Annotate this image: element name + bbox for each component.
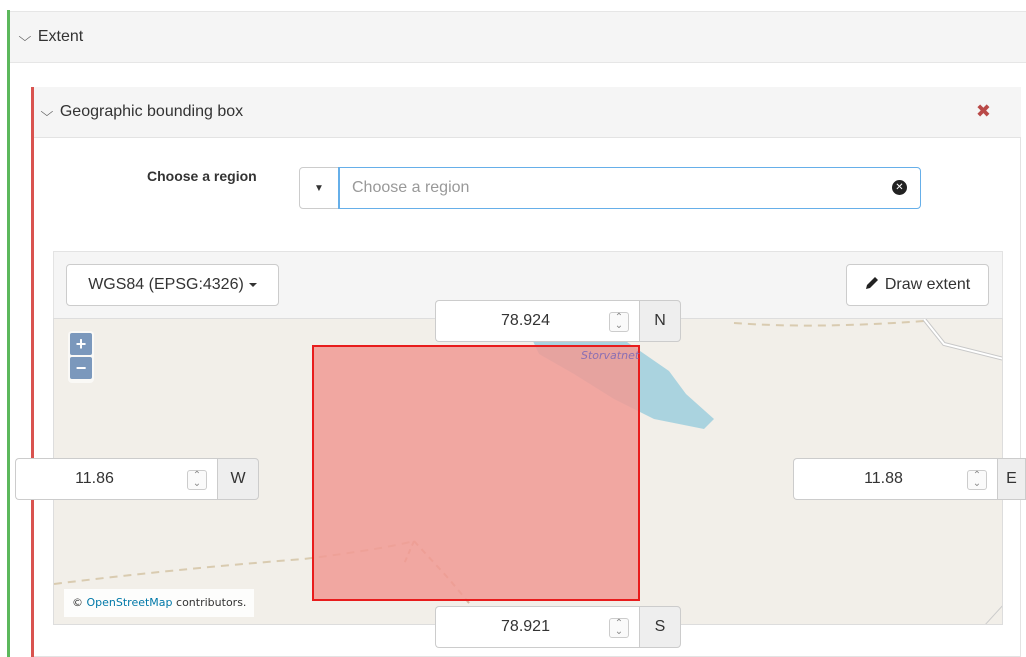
spinner-icon[interactable]: ⌃ ⌄ bbox=[609, 618, 629, 638]
road-line bbox=[922, 319, 1002, 361]
bbox-title: Geographic bounding box bbox=[59, 103, 244, 120]
zoom-in-button[interactable]: + bbox=[70, 333, 92, 355]
chevron-down-icon: ⌵ bbox=[40, 104, 54, 119]
east-coordinate: 11.88 ⌃ ⌄ E bbox=[793, 458, 1026, 500]
close-icon[interactable]: ✖ bbox=[976, 101, 991, 121]
east-input[interactable]: 11.88 ⌃ ⌄ bbox=[793, 458, 997, 500]
spinner-icon[interactable]: ⌃ ⌄ bbox=[967, 470, 987, 490]
region-label: Choose a region bbox=[147, 168, 257, 184]
crs-dropdown-button[interactable]: WGS84 (EPSG:4326) bbox=[66, 264, 279, 306]
track-path bbox=[733, 320, 925, 327]
draw-extent-label: Draw extent bbox=[884, 276, 971, 293]
bbox-accent-bar bbox=[31, 87, 34, 657]
chevron-down-icon: ⌵ bbox=[18, 29, 32, 44]
west-label: W bbox=[217, 458, 259, 500]
bbox-rectangle[interactable] bbox=[312, 345, 640, 601]
region-search-input[interactable] bbox=[338, 167, 921, 209]
spinner-icon[interactable]: ⌃ ⌄ bbox=[609, 312, 629, 332]
clear-icon[interactable]: ✕ bbox=[892, 180, 907, 195]
extent-title: Extent bbox=[37, 28, 84, 45]
road-line bbox=[923, 319, 1002, 360]
draw-extent-button[interactable]: Draw extent bbox=[846, 264, 989, 306]
zoom-out-button[interactable]: − bbox=[70, 357, 92, 379]
south-value: 78.921 bbox=[501, 618, 550, 635]
spinner-icon[interactable]: ⌃ ⌄ bbox=[187, 470, 207, 490]
south-coordinate: 78.921 ⌃ ⌄ S bbox=[435, 606, 681, 648]
attribution-suffix: contributors. bbox=[176, 596, 247, 609]
pencil-icon bbox=[865, 276, 879, 295]
west-coordinate: 11.86 ⌃ ⌄ W bbox=[15, 458, 259, 500]
west-input[interactable]: 11.86 ⌃ ⌄ bbox=[15, 458, 217, 500]
east-value: 11.88 bbox=[864, 470, 903, 487]
north-value: 78.924 bbox=[501, 312, 550, 329]
north-input[interactable]: 78.924 ⌃ ⌄ bbox=[435, 300, 639, 342]
place-label: Storvatnet bbox=[581, 349, 640, 362]
crs-label: WGS84 (EPSG:4326) bbox=[88, 276, 244, 293]
south-label: S bbox=[639, 606, 681, 648]
extent-section-header[interactable]: ⌵ Extent bbox=[10, 11, 1026, 63]
caret-down-icon bbox=[248, 283, 257, 287]
north-label: N bbox=[639, 300, 681, 342]
contour-line bbox=[985, 605, 1002, 624]
north-coordinate: 78.924 ⌃ ⌄ N bbox=[435, 300, 681, 342]
osm-link[interactable]: OpenStreetMap bbox=[87, 596, 173, 609]
map-attribution: © OpenStreetMap contributors. bbox=[64, 589, 255, 617]
copyright-symbol: © bbox=[72, 596, 83, 609]
bbox-panel-header[interactable]: ⌵ Geographic bounding box ✖ bbox=[34, 87, 1021, 138]
extent-accent-bar bbox=[7, 10, 10, 657]
region-dropdown-toggle[interactable]: ▼ bbox=[299, 167, 339, 209]
west-value: 11.86 bbox=[75, 470, 114, 487]
zoom-controls: + − bbox=[68, 331, 94, 383]
east-label: E bbox=[997, 458, 1026, 500]
south-input[interactable]: 78.921 ⌃ ⌄ bbox=[435, 606, 639, 648]
caret-down-icon: ▼ bbox=[314, 182, 324, 194]
